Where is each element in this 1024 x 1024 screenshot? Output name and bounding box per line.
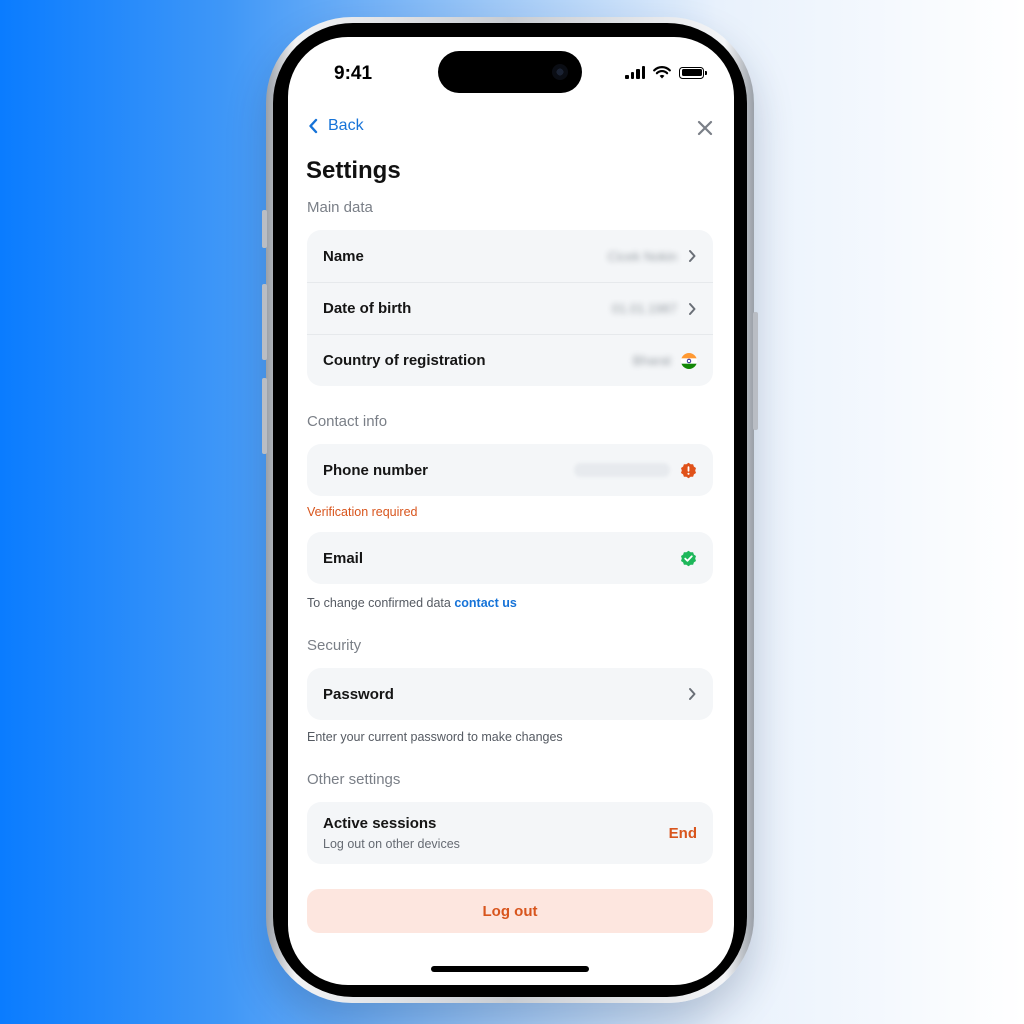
phone-row[interactable]: Phone number [307, 444, 713, 496]
section-label-other-settings: Other settings [307, 771, 401, 788]
end-sessions-button[interactable]: End [669, 825, 697, 842]
chevron-right-icon [689, 250, 696, 262]
change-data-text: To change confirmed data [307, 596, 451, 610]
power-button [753, 312, 758, 430]
name-row[interactable]: Name Cicek Nokin [307, 230, 713, 282]
status-icons [625, 66, 707, 79]
section-label-main-data: Main data [307, 199, 373, 216]
page-title: Settings [306, 157, 401, 184]
status-time: 9:41 [334, 63, 373, 84]
date-of-birth-value: 01.01.1987 [611, 301, 677, 316]
log-out-button[interactable]: Log out [307, 889, 713, 933]
section-label-contact-info: Contact info [307, 413, 388, 430]
battery-icon [679, 66, 707, 79]
name-value: Cicek Nokin [607, 248, 677, 264]
phone-card: Phone number [307, 444, 713, 496]
active-sessions-label: Active sessions [323, 815, 437, 832]
name-label: Name [323, 247, 364, 265]
password-note: Enter your current password to make chan… [307, 730, 563, 744]
verification-required-note: Verification required [307, 505, 418, 519]
main-data-card: Name Cicek Nokin Date of birth 01.01.198… [307, 230, 713, 386]
country-label: Country of registration [323, 352, 486, 369]
email-card: Email [307, 532, 713, 584]
wifi-icon [653, 66, 671, 79]
phone-label: Phone number [323, 461, 429, 479]
volume-down-button [262, 378, 267, 454]
chevron-left-icon [309, 118, 318, 134]
action-button [262, 210, 267, 248]
active-sessions-row: Active sessions Log out on other devices… [307, 802, 713, 864]
chevron-right-icon [689, 302, 696, 315]
change-data-note: To change confirmed data contact us [307, 596, 517, 610]
camera-icon [552, 64, 568, 80]
phone-value-redacted [574, 463, 670, 477]
verified-badge-icon [681, 550, 696, 566]
volume-up-button [262, 284, 267, 360]
email-label: Email [323, 549, 364, 567]
section-label-security: Security [307, 637, 362, 654]
country-value: Bharat [632, 353, 671, 368]
active-sessions-card: Active sessions Log out on other devices… [307, 802, 713, 864]
date-of-birth-label: Date of birth [323, 300, 412, 317]
country-row: Country of registration Bharat [307, 334, 713, 386]
email-row[interactable]: Email [307, 532, 713, 584]
warning-badge-icon [681, 462, 696, 478]
active-sessions-sublabel: Log out on other devices [323, 837, 460, 851]
password-row[interactable]: Password [307, 668, 713, 720]
home-indicator[interactable] [431, 966, 589, 972]
cellular-signal-icon [625, 66, 645, 79]
dynamic-island [438, 51, 582, 93]
password-card: Password [307, 668, 713, 720]
phone-screen: 9:41 Back Settings Main data Name Cicek … [288, 37, 734, 985]
date-of-birth-row[interactable]: Date of birth 01.01.1987 [307, 282, 713, 334]
back-label: Back [328, 117, 364, 134]
contact-us-link[interactable]: contact us [454, 596, 517, 610]
password-label: Password [323, 685, 394, 703]
chevron-right-icon [689, 688, 696, 700]
india-flag-icon [681, 352, 697, 369]
back-button[interactable]: Back [308, 117, 364, 135]
close-icon[interactable] [694, 117, 716, 139]
